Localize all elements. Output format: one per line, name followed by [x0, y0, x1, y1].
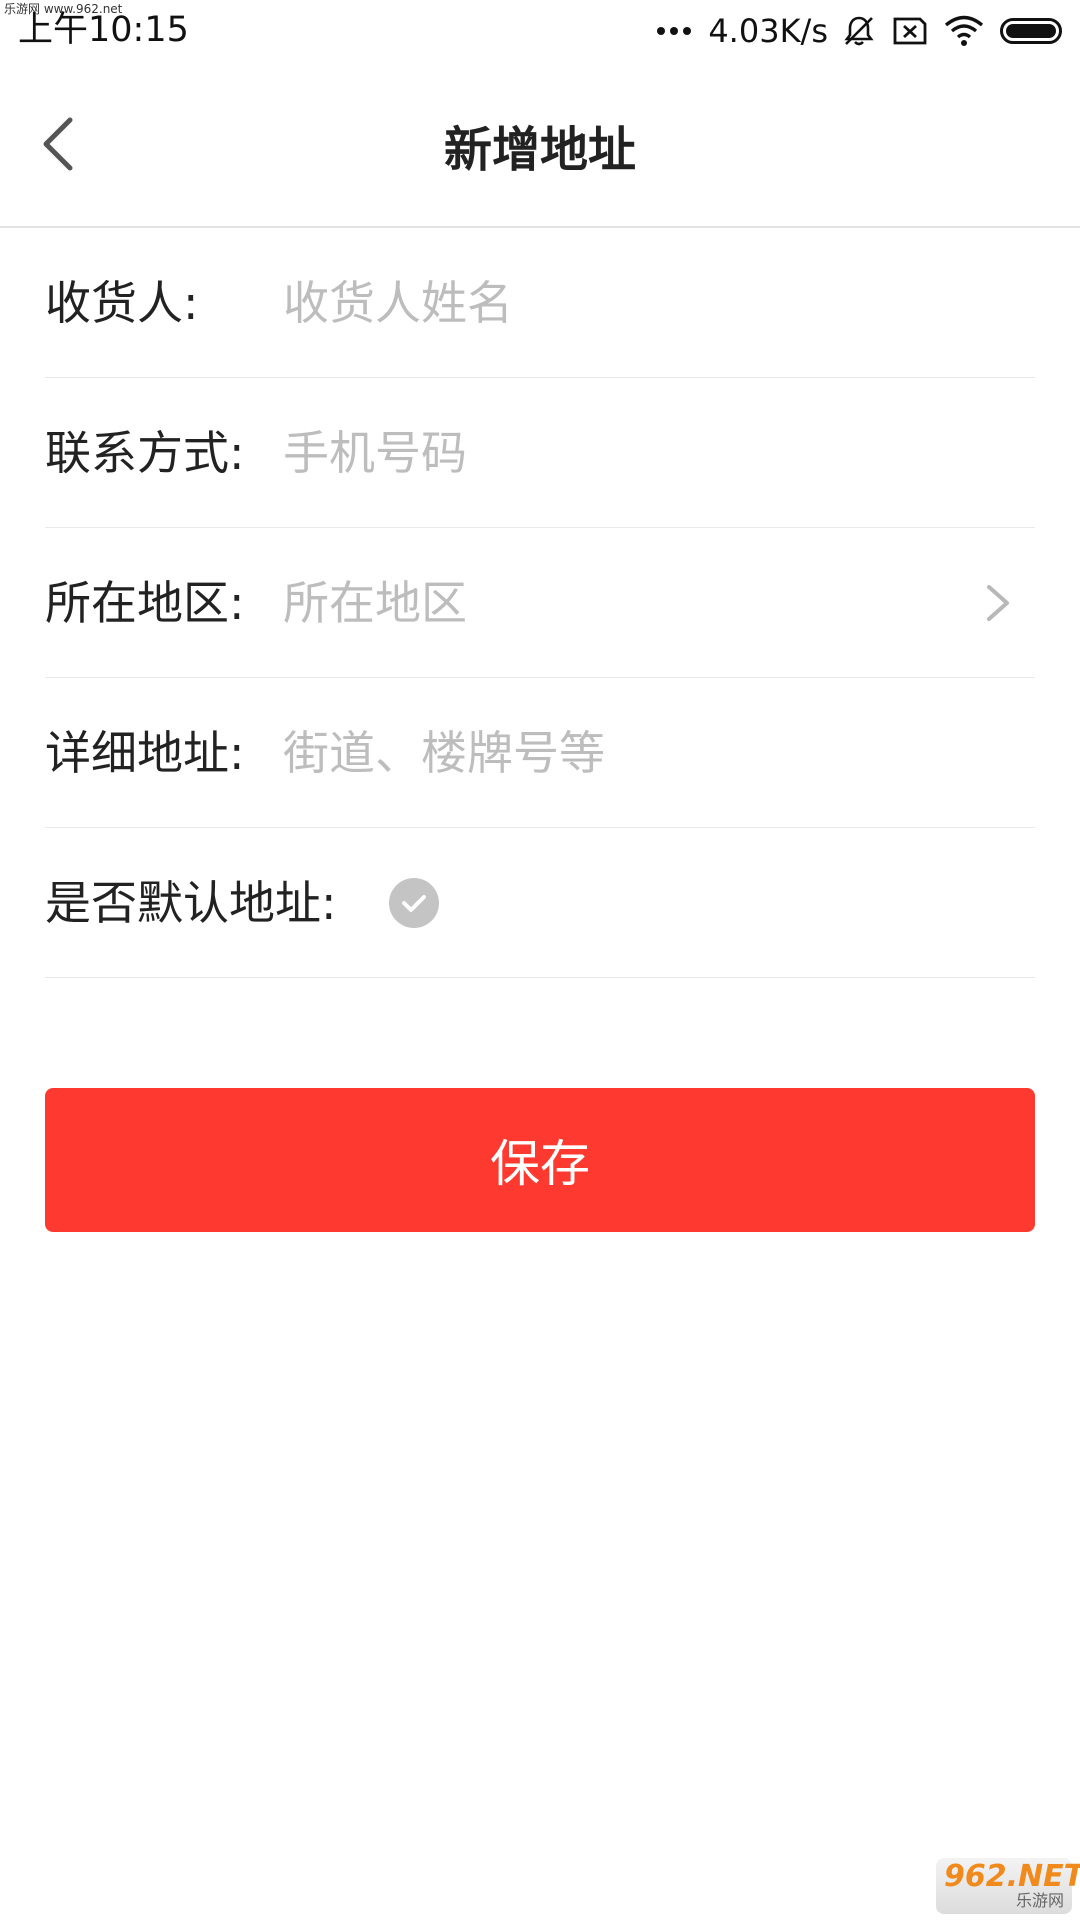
detail-address-row: 详细地址: — [45, 678, 1035, 828]
address-form: 收货人: 联系方式: 所在地区: 所在地区 详细地址: 是否默认地址: — [45, 228, 1035, 978]
sim-off-icon — [892, 16, 928, 46]
phone-row: 联系方式: — [45, 378, 1035, 528]
wifi-icon — [944, 15, 984, 47]
save-button[interactable]: 保存 — [45, 1088, 1035, 1232]
battery-icon — [1000, 18, 1062, 44]
page-title: 新增地址 — [443, 122, 636, 178]
receiver-label: 收货人: — [45, 275, 199, 330]
status-icons: 4.03K/s — [657, 10, 1062, 52]
phone-input[interactable] — [283, 420, 983, 485]
default-address-label: 是否默认地址: — [45, 875, 337, 930]
phone-label: 联系方式: — [45, 425, 245, 480]
status-time: 上午10:15 — [18, 10, 189, 50]
watermark-sub-text: 乐游网 — [1015, 1891, 1064, 1910]
region-selector[interactable]: 所在地区 — [283, 575, 467, 631]
mute-bell-icon — [842, 14, 876, 48]
region-row[interactable]: 所在地区: 所在地区 — [45, 528, 1035, 678]
more-dots-icon — [657, 27, 696, 35]
detail-address-label: 详细地址: — [45, 725, 245, 780]
chevron-right-icon[interactable] — [983, 581, 1013, 625]
receiver-name-input[interactable] — [283, 270, 983, 335]
check-circle-icon[interactable] — [389, 877, 439, 928]
default-address-row: 是否默认地址: — [45, 828, 1035, 978]
watermark-logo-text: 962.NET — [944, 1859, 1080, 1894]
status-bar: 上午10:15 4.03K/s — [0, 0, 1080, 62]
detail-address-input[interactable] — [283, 720, 983, 785]
watermark-logo: 962.NET 乐游网 — [936, 1858, 1080, 1914]
region-label: 所在地区: — [45, 575, 245, 630]
nav-bar: 新增地址 — [0, 62, 1080, 228]
receiver-row: 收货人: — [45, 228, 1035, 378]
network-speed: 4.03K/s — [708, 12, 828, 50]
